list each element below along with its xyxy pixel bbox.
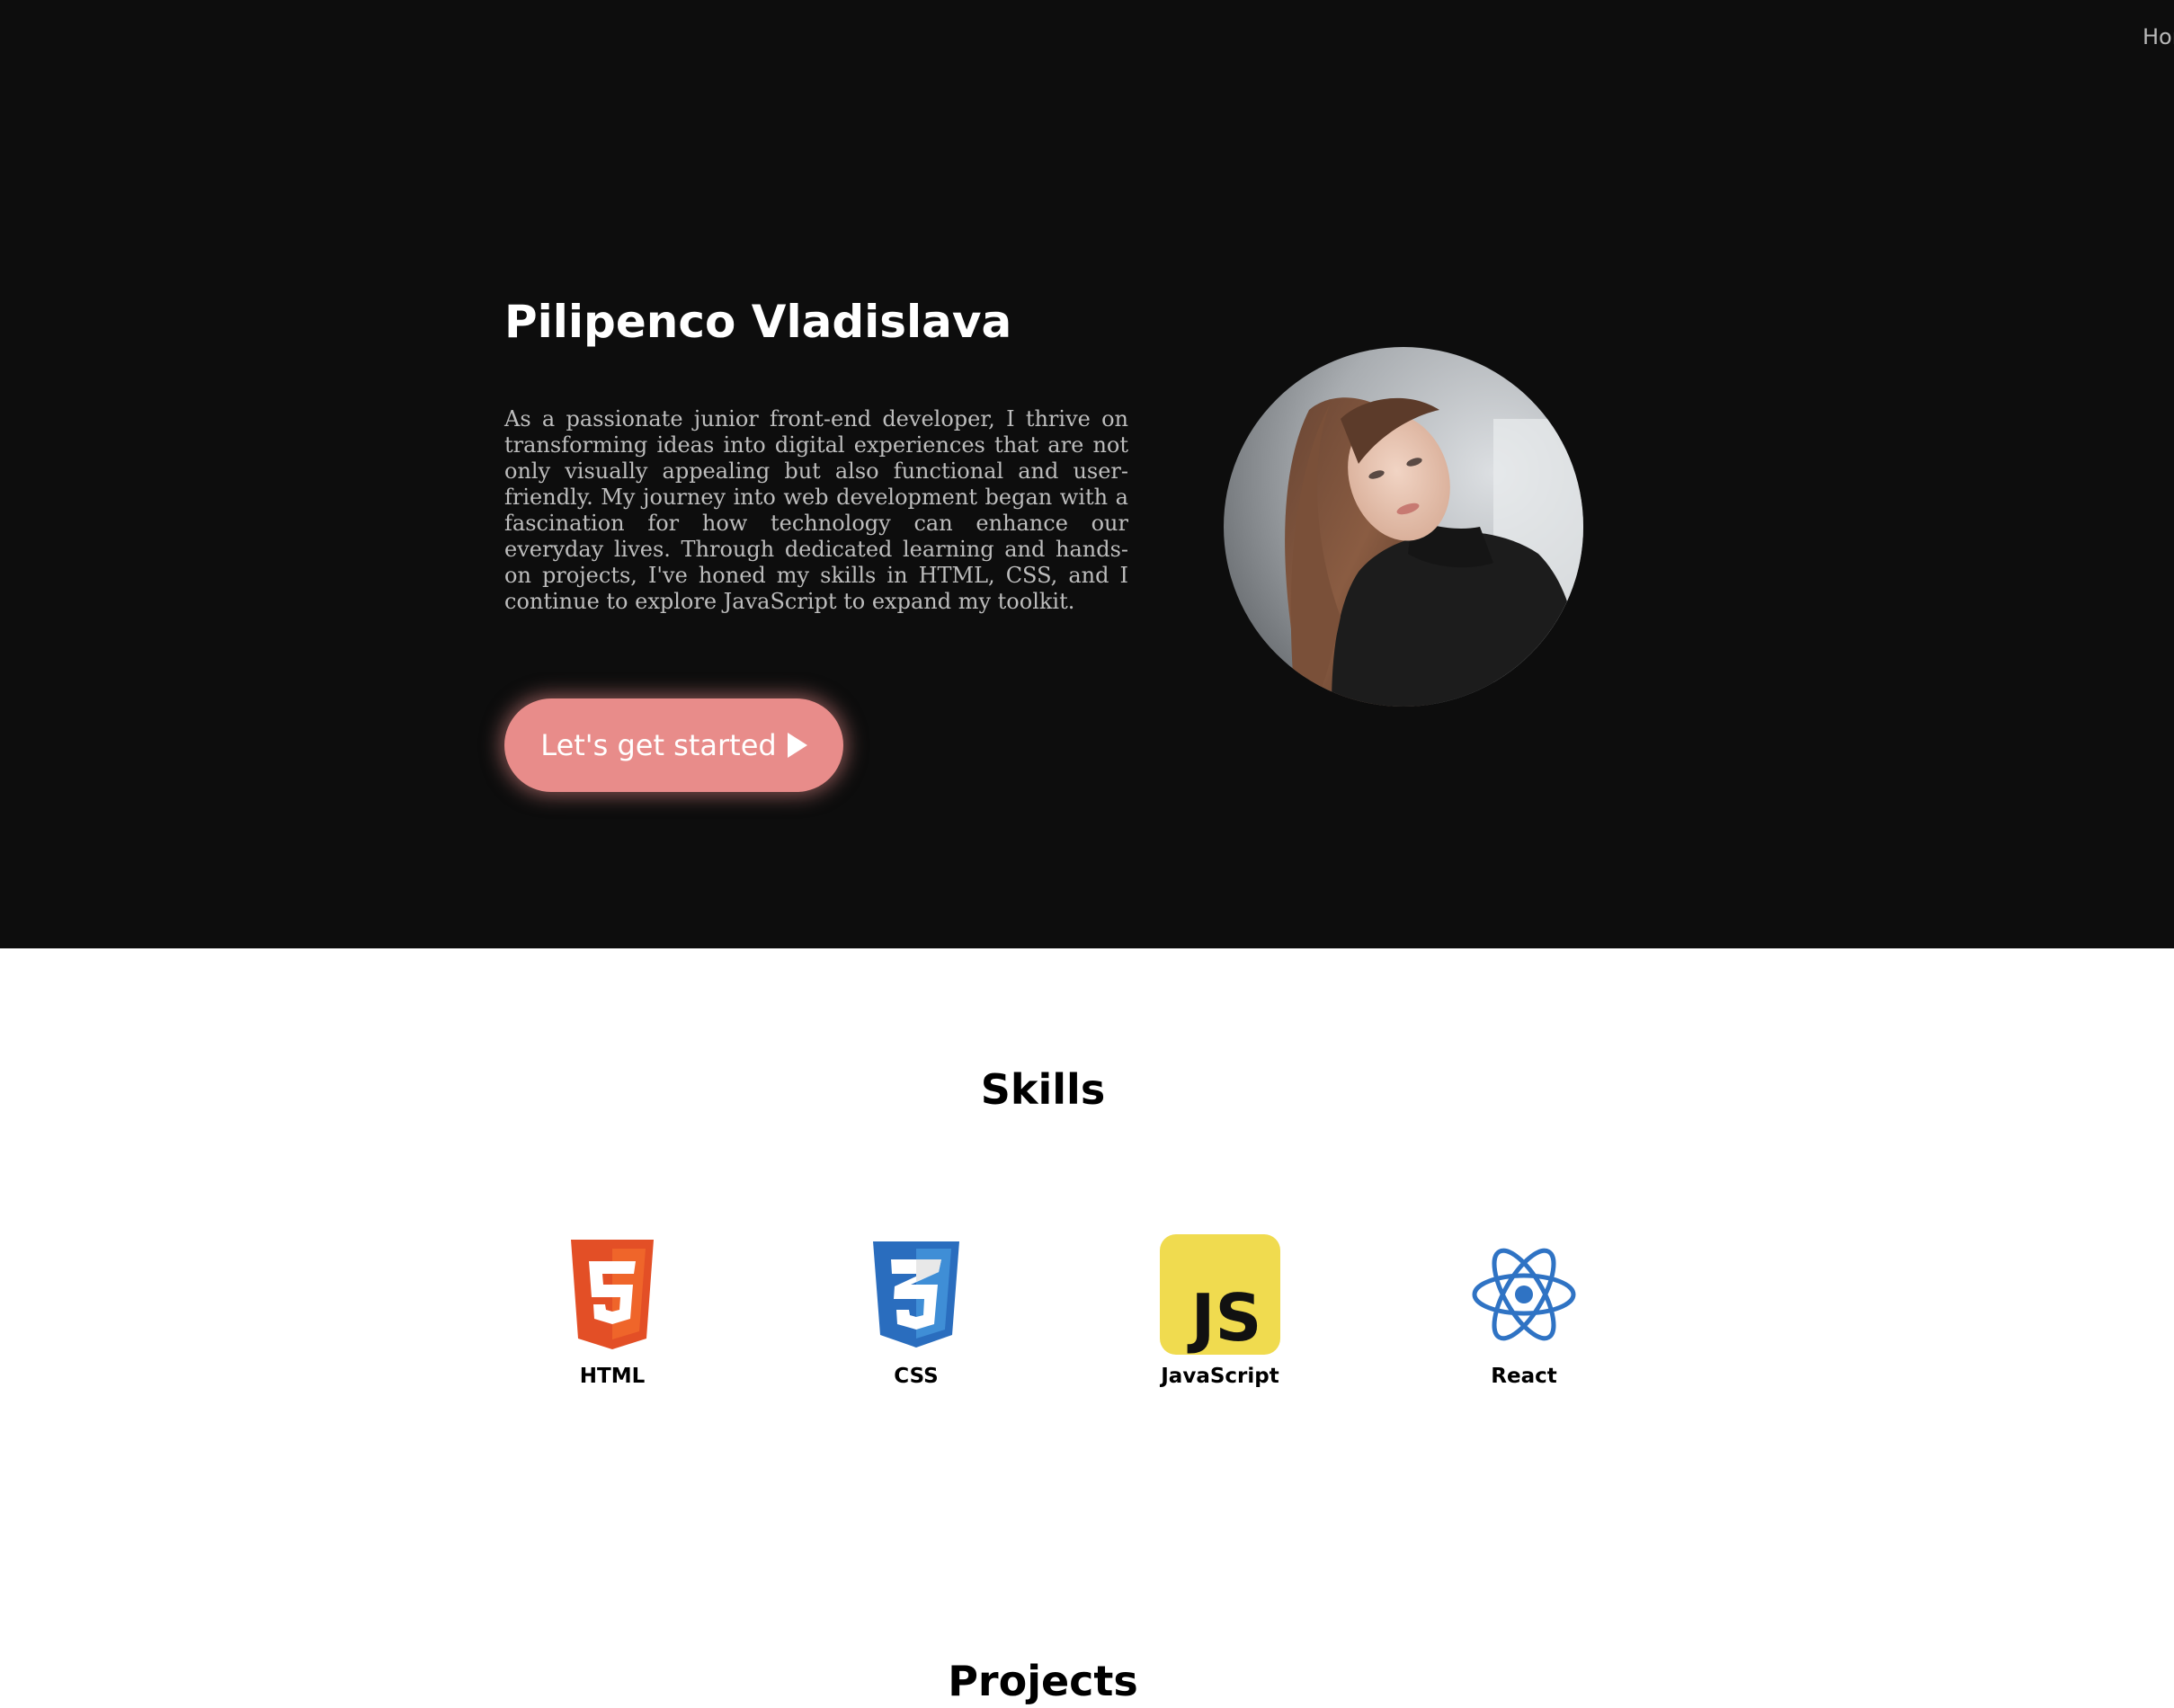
get-started-label: Let's get started <box>540 728 777 762</box>
skill-label: JavaScript <box>1161 1365 1279 1388</box>
skill-html: HTML <box>477 1232 747 1388</box>
skill-label: CSS <box>894 1365 939 1388</box>
html5-icon <box>571 1240 654 1349</box>
skills-title: Skills <box>980 1065 1106 1114</box>
get-started-button[interactable]: Let's get started <box>504 698 843 792</box>
hero-bio: As a passionate junior front-end develop… <box>504 406 1128 614</box>
javascript-icon: JS <box>1160 1234 1280 1355</box>
projects-title: Projects <box>948 1657 1138 1705</box>
skill-label: React <box>1491 1365 1557 1388</box>
hero-section: Home Pilipenco Vladislava As a passionat… <box>0 0 2174 948</box>
play-icon <box>787 733 807 758</box>
skill-css: CSS <box>781 1232 1051 1388</box>
profile-photo <box>1224 347 1583 707</box>
nav-home-link[interactable]: Home <box>2143 24 2174 49</box>
react-icon <box>1472 1248 1576 1341</box>
css3-icon <box>873 1241 959 1348</box>
hero-name: Pilipenco Vladislava <box>504 296 1012 348</box>
profile-photo-illustration <box>1224 347 1583 707</box>
skill-javascript: JS JavaScript <box>1085 1232 1355 1388</box>
svg-text:JS: JS <box>1187 1280 1262 1355</box>
skill-label: HTML <box>579 1365 646 1388</box>
skill-react: React <box>1389 1232 1659 1388</box>
